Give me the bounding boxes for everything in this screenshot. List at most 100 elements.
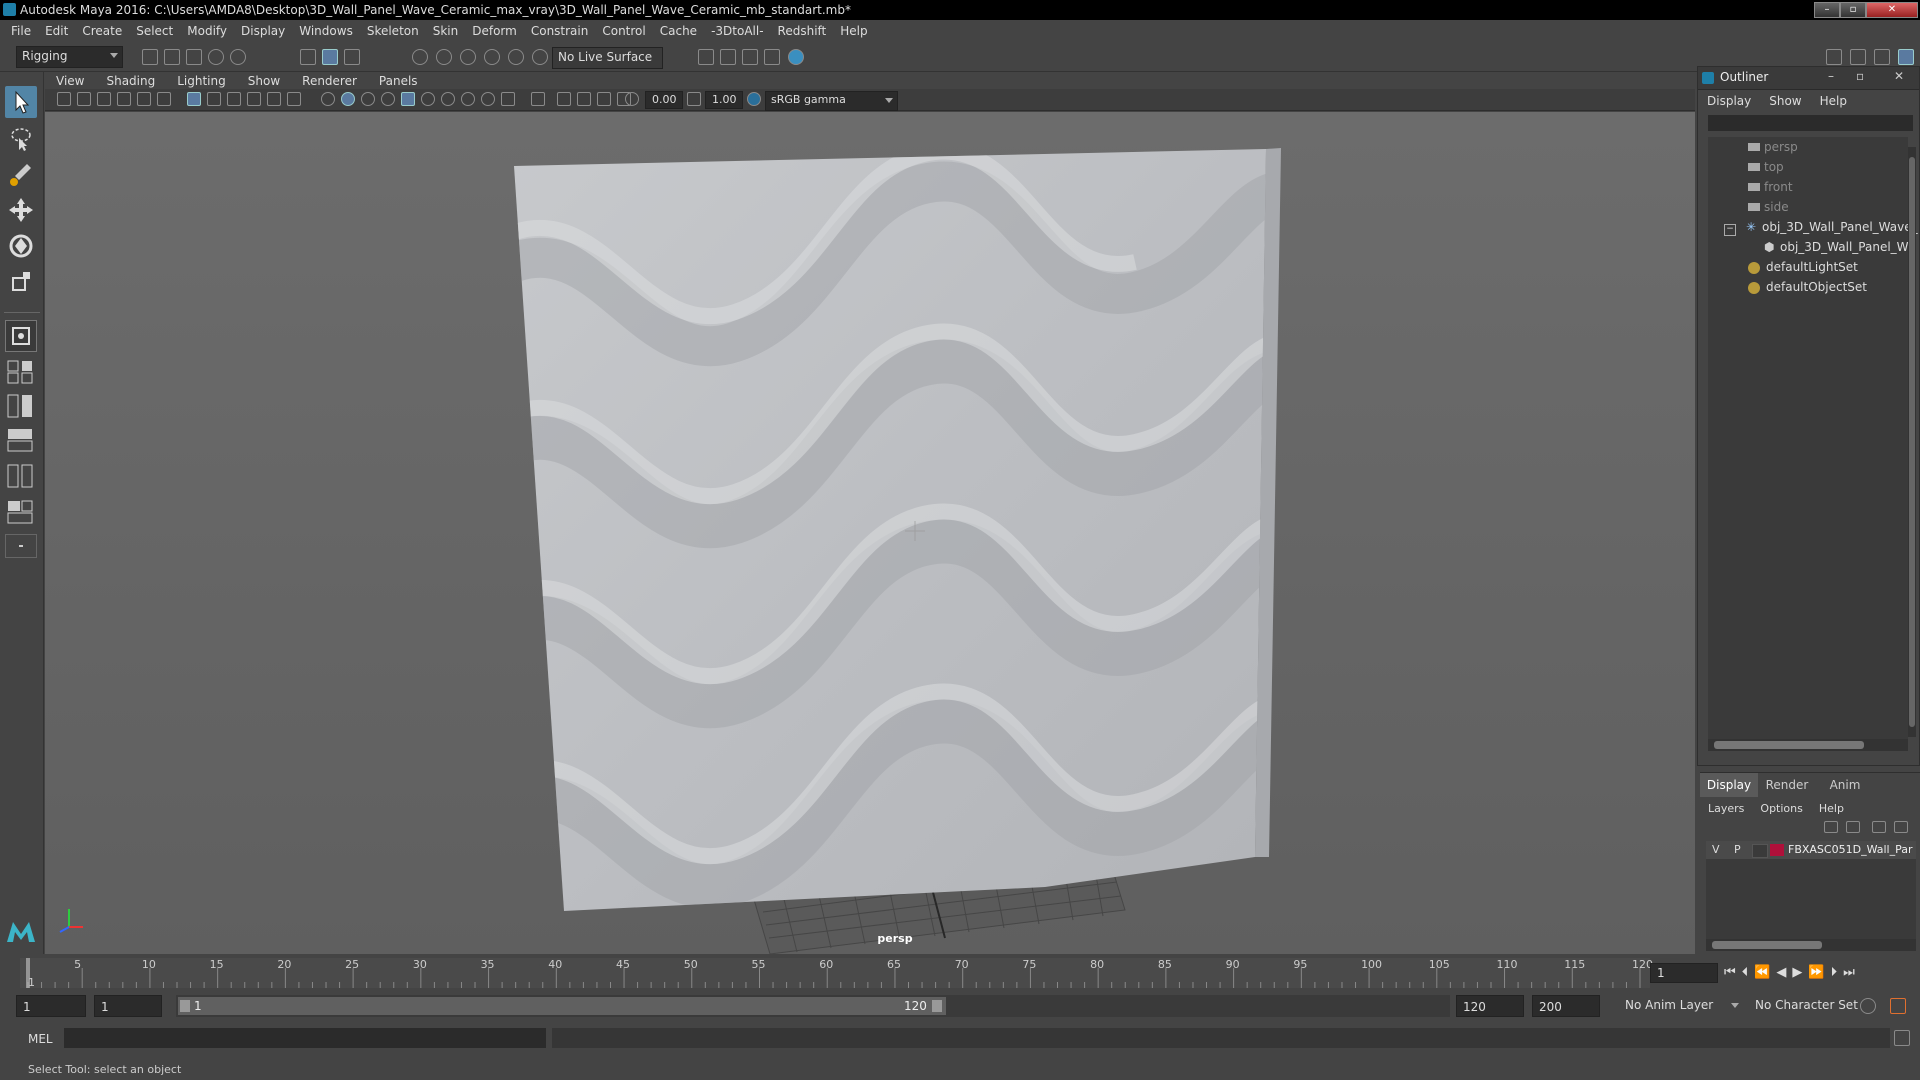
end-time-field[interactable]: 200 [1532, 995, 1600, 1017]
camera-attributes-icon[interactable] [77, 92, 91, 106]
field-chart-icon[interactable] [267, 92, 281, 106]
time-ruler-track[interactable] [20, 958, 1650, 988]
menu-3dtoall[interactable]: -3DtoAll- [704, 24, 770, 38]
new-layer-icon[interactable] [1872, 821, 1886, 833]
menu-constrain[interactable]: Constrain [524, 24, 596, 38]
move-tool-icon[interactable] [5, 194, 37, 226]
outliner-item-group[interactable]: − ✳ obj_3D_Wall_Panel_Wave_ [1724, 217, 1918, 237]
color-management-icon[interactable] [747, 92, 761, 106]
2d-pan-zoom-icon[interactable] [137, 92, 151, 106]
bookmark-icon[interactable] [97, 92, 111, 106]
playback-end-field[interactable]: 120 [1456, 995, 1524, 1017]
save-scene-icon[interactable] [186, 49, 202, 65]
gamma-icon[interactable] [687, 92, 701, 106]
step-forward-key-icon[interactable]: ⏵ [1831, 965, 1838, 980]
channel-box-icon[interactable] [1898, 49, 1914, 65]
viewport-menu-panels[interactable]: Panels [368, 74, 429, 88]
xray-icon[interactable] [557, 92, 571, 106]
tab-render[interactable]: Render [1758, 773, 1816, 797]
outliner-menu-show[interactable]: Show [1760, 94, 1810, 108]
xray-active-icon[interactable] [577, 92, 591, 106]
select-object-icon[interactable] [322, 49, 338, 65]
snap-grid-icon[interactable] [412, 49, 428, 65]
redo-icon[interactable] [230, 49, 246, 65]
go-to-end-icon[interactable]: ⏭ [1843, 965, 1855, 980]
step-back-frame-icon[interactable]: ⏪ [1754, 965, 1770, 980]
outliner-horizontal-scrollbar[interactable] [1708, 739, 1908, 751]
layer-visibility-toggle[interactable]: V [1712, 841, 1720, 859]
textured-icon[interactable] [381, 92, 395, 106]
collapse-icon[interactable]: − [1724, 224, 1736, 236]
menu-edit[interactable]: Edit [38, 24, 75, 38]
ipr-render-icon[interactable] [742, 49, 758, 65]
outliner-hscroll-thumb[interactable] [1714, 741, 1864, 749]
single-perspective-layout-icon[interactable] [5, 320, 37, 352]
script-editor-icon[interactable] [1894, 1030, 1910, 1046]
outliner-menu-help[interactable]: Help [1811, 94, 1856, 108]
paint-select-tool-icon[interactable] [5, 158, 37, 190]
command-input[interactable] [64, 1028, 546, 1048]
animation-preferences-icon[interactable] [1890, 998, 1906, 1014]
outliner-item-persp[interactable]: persp [1748, 137, 1798, 157]
viewport-menu-lighting[interactable]: Lighting [166, 74, 237, 88]
close-button[interactable]: ✕ [1866, 2, 1918, 18]
menu-windows[interactable]: Windows [292, 24, 360, 38]
menu-create[interactable]: Create [75, 24, 129, 38]
current-frame-field[interactable]: 1 [1650, 963, 1718, 983]
move-layer-up-icon[interactable] [1824, 821, 1838, 833]
resolution-gate-icon[interactable] [227, 92, 241, 106]
four-view-layout-icon[interactable] [5, 358, 37, 386]
isolate-select-icon[interactable] [531, 92, 545, 106]
custom-layout-icon[interactable] [5, 498, 37, 526]
live-surface-field[interactable]: No Live Surface [552, 47, 663, 69]
playback-start-field[interactable]: 1 [94, 995, 162, 1017]
new-layer-from-selected-icon[interactable] [1894, 821, 1908, 833]
menu-skin[interactable]: Skin [426, 24, 466, 38]
select-hierarchy-icon[interactable] [300, 49, 316, 65]
current-time-marker[interactable] [26, 958, 30, 988]
gate-mask-icon[interactable] [247, 92, 261, 106]
use-all-lights-icon[interactable] [401, 92, 415, 106]
snap-point-icon[interactable] [460, 49, 476, 65]
xray-joints-icon[interactable] [597, 92, 611, 106]
outliner-restore-button[interactable]: ▫ [1856, 69, 1864, 83]
exposure-icon[interactable] [625, 92, 639, 106]
tab-display[interactable]: Display [1700, 773, 1758, 797]
outliner-item-side[interactable]: side [1748, 197, 1789, 217]
safe-action-icon[interactable] [287, 92, 301, 106]
perspective-viewport[interactable]: persp [45, 112, 1695, 954]
step-forward-frame-icon[interactable]: ⏩ [1808, 965, 1824, 980]
layer-name[interactable]: FBXASC051D_Wall_Par [1788, 841, 1913, 859]
range-track[interactable]: 1 120 [176, 995, 1450, 1017]
ambient-occlusion-icon[interactable] [441, 92, 455, 106]
outliner-item-mesh[interactable]: ⬢ obj_3D_Wall_Panel_W [1764, 237, 1909, 257]
outliner-item-front[interactable]: front [1748, 177, 1793, 197]
play-forwards-icon[interactable]: ▶ [1792, 965, 1802, 980]
wireframe-on-shaded-icon[interactable] [361, 92, 375, 106]
viewport-menu-shading[interactable]: Shading [95, 74, 166, 88]
anti-aliasing-icon[interactable] [481, 92, 495, 106]
exposure-field[interactable]: 0.00 [645, 91, 683, 109]
new-scene-icon[interactable] [142, 49, 158, 65]
render-view-icon[interactable] [698, 49, 714, 65]
mel-label[interactable]: MEL [28, 1032, 53, 1046]
open-scene-icon[interactable] [164, 49, 180, 65]
layer-menu-layers[interactable]: Layers [1700, 802, 1752, 815]
render-settings-icon[interactable] [764, 49, 780, 65]
layout-options-icon[interactable] [5, 534, 37, 558]
start-time-field[interactable]: 1 [16, 995, 86, 1017]
snap-surface-icon[interactable] [508, 49, 524, 65]
range-start-handle[interactable] [180, 1000, 190, 1012]
motion-blur-icon[interactable] [461, 92, 475, 106]
menu-skeleton[interactable]: Skeleton [360, 24, 426, 38]
outliner-search-field[interactable] [1708, 115, 1913, 131]
layer-menu-help[interactable]: Help [1811, 802, 1852, 815]
smooth-shade-icon[interactable] [341, 92, 355, 106]
hypershade-layout-icon[interactable] [5, 462, 37, 490]
snap-curve-icon[interactable] [436, 49, 452, 65]
range-bar[interactable]: 1 120 [178, 997, 946, 1015]
gamma-field[interactable]: 1.00 [705, 91, 743, 109]
play-backwards-icon[interactable]: ◀ [1776, 965, 1786, 980]
outliner-item-top[interactable]: top [1748, 157, 1784, 177]
auto-key-icon[interactable] [1860, 998, 1876, 1014]
